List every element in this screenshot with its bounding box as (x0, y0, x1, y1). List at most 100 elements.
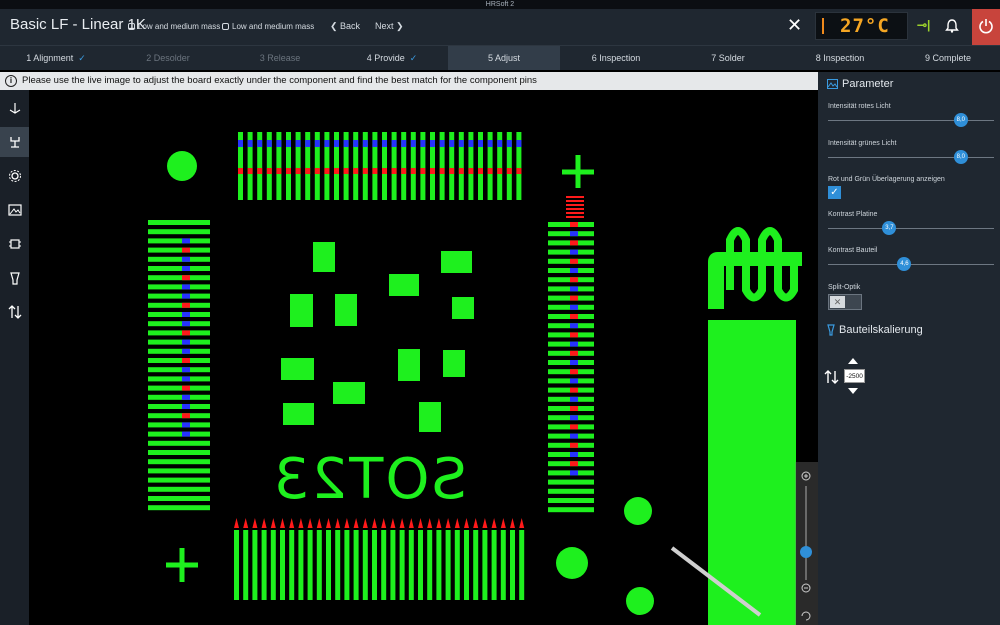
close-icon[interactable]: ✕ (787, 15, 802, 36)
crosshair-icon[interactable] (0, 93, 29, 123)
back-button[interactable]: ❮ Back (330, 21, 360, 32)
mass-profile-2[interactable]: Low and medium mass (222, 22, 314, 31)
left-pin (148, 413, 210, 419)
right-pin-mark (570, 433, 578, 439)
bell-icon[interactable] (945, 19, 959, 33)
bottom-pin-red (362, 518, 368, 528)
bottom-pin (519, 530, 525, 600)
right-pin-red (566, 196, 584, 198)
left-pin-mark (182, 293, 190, 299)
top-pin-red (295, 168, 301, 174)
component-icon[interactable] (0, 127, 29, 157)
left-pin (148, 477, 210, 483)
bottom-pin-red (280, 518, 285, 528)
temperature-display: 27°C (815, 12, 908, 40)
bottom-pin (464, 530, 469, 600)
bottom-pin-red (307, 518, 313, 528)
left-pin (148, 385, 210, 391)
left-pin-mark (182, 385, 190, 391)
zoom-out-icon[interactable] (801, 583, 811, 593)
slider-knob[interactable]: 8,0 (953, 113, 968, 127)
image-icon[interactable] (0, 195, 29, 225)
step-5[interactable]: 5 Adjust (448, 46, 560, 70)
bottom-pin-red (454, 518, 460, 528)
bottom-pin-red (482, 518, 488, 528)
top-pin-red (314, 168, 320, 174)
right-pin-mark (570, 323, 578, 329)
green-light-label: Intensität grünes Licht (828, 140, 897, 147)
swap-icon[interactable] (0, 297, 29, 327)
bottom-pin-red (491, 518, 497, 528)
scaling-header: Bauteilskalierung (827, 324, 923, 336)
right-pin-mark (570, 461, 578, 467)
left-pin (148, 505, 210, 511)
bottom-pin-red (344, 518, 350, 528)
red-light-slider[interactable]: 8,0 (828, 113, 994, 127)
step-label: 9 Complete (924, 53, 972, 63)
right-pin-mark (570, 286, 578, 292)
chip-icon[interactable] (0, 229, 29, 259)
chevron-right-icon: ❯ (393, 21, 404, 31)
overlay-checkbox[interactable]: ✓ (828, 186, 841, 199)
bottom-pin (261, 530, 267, 600)
step-4[interactable]: 4 Provide ✓ (336, 46, 448, 70)
info-text: Please use the live image to adjust the … (22, 75, 537, 86)
left-pin-mark (182, 312, 190, 317)
mass-profile-1[interactable]: Low and medium mass (128, 22, 220, 31)
step-3[interactable]: 3 Release (224, 46, 336, 70)
step-7[interactable]: 7 Solder (672, 46, 784, 70)
chevron-down-icon[interactable] (848, 388, 858, 395)
step-6[interactable]: 6 Inspection (560, 46, 672, 70)
undo-icon[interactable] (801, 611, 811, 621)
scaling-input[interactable]: -2500 (844, 369, 865, 383)
slider-knob[interactable]: 4,6 (897, 257, 912, 271)
bottom-pin (390, 530, 396, 600)
left-pin (148, 266, 210, 271)
live-image: SOT23 (148, 132, 802, 625)
green-light-slider[interactable]: 8,0 (828, 150, 994, 164)
live-image-viewer[interactable]: SOT23 (29, 90, 818, 625)
check-icon: ✓ (409, 53, 418, 63)
bottom-pin-red (252, 518, 258, 528)
board-contrast-slider[interactable]: 3,7 (828, 221, 994, 235)
component-contrast-slider[interactable]: 4,6 (828, 257, 994, 271)
top-pin-blue (497, 140, 503, 147)
swap-icon (824, 370, 839, 384)
info-icon: i (5, 75, 17, 87)
split-optics-toggle[interactable]: ✕ (828, 294, 862, 310)
nozzle-icon[interactable] (0, 263, 29, 293)
zoom-slider[interactable] (795, 462, 818, 625)
step-1[interactable]: 1 Alignment ✓ (0, 46, 112, 70)
step-label: 3 Release (259, 53, 301, 63)
fiducial-cross (562, 155, 594, 188)
top-pin-red (506, 168, 512, 174)
zoom-knob[interactable] (800, 546, 812, 558)
right-pin-mark (570, 350, 578, 356)
right-pin-red (566, 208, 584, 210)
chevron-up-icon[interactable] (848, 358, 858, 365)
bottom-pin (482, 530, 488, 600)
step-label: 4 Provide (366, 53, 405, 63)
step-2[interactable]: 2 Desolder (112, 46, 224, 70)
slider-knob[interactable]: 3,7 (882, 221, 897, 235)
right-pin-mark (570, 406, 578, 411)
left-pin-mark (182, 302, 190, 308)
top-pin-blue (487, 140, 493, 147)
bottom-pin-red (519, 518, 525, 528)
zoom-in-icon[interactable] (801, 471, 811, 481)
power-button[interactable] (972, 9, 1000, 45)
top-pin-blue (391, 140, 397, 147)
next-button[interactable]: Next ❯ (375, 21, 404, 32)
top-pin-blue (276, 140, 282, 147)
gear-icon[interactable] (0, 161, 29, 191)
step-8[interactable]: 8 Inspection (784, 46, 896, 70)
step-9[interactable]: 9 Complete (896, 46, 1000, 70)
step-label: 6 Inspection (591, 53, 641, 63)
right-pin-mark (570, 222, 578, 227)
top-pin-red (458, 168, 464, 174)
right-pin-mark (570, 295, 578, 301)
image-icon (827, 79, 838, 89)
left-pin (148, 312, 210, 317)
bottom-pin (427, 530, 433, 600)
slider-knob[interactable]: 8,0 (953, 150, 968, 164)
